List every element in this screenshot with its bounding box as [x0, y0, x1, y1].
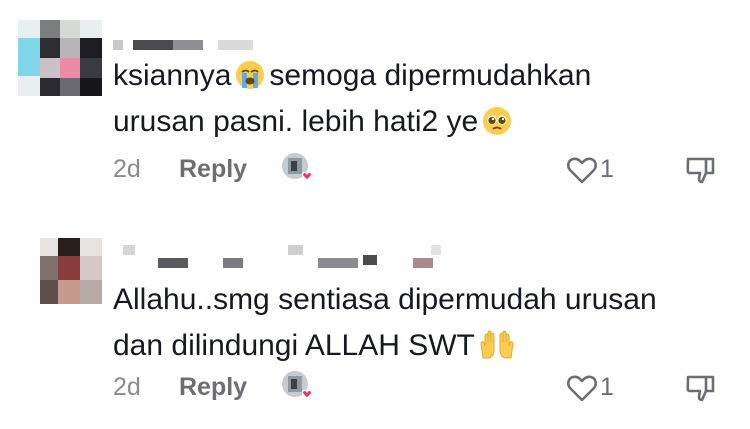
like-count: 1 [600, 155, 614, 183]
comment-text-line1-rest: semoga dipermudahkan [269, 59, 592, 92]
comment-text: ksiannya semoga dipermudahkan urusan pas… [113, 53, 591, 145]
comment-actions: 2d Reply 1 [113, 370, 750, 406]
comment-text: Allahu..smg sentiasa dipermudah urusan d… [113, 277, 657, 369]
comment-text-line2: urusan pasni. lebih hati2 ye [113, 105, 479, 138]
commenter-avatar[interactable] [40, 238, 102, 304]
reply-button[interactable]: Reply [179, 155, 247, 184]
commenter-username[interactable] [113, 245, 443, 273]
dislike-button[interactable] [683, 152, 719, 188]
comment-text-line2: dan dilindungi ALLAH SWT [113, 329, 475, 362]
comment-text-line1: Allahu..smg sentiasa dipermudah urusan [113, 283, 657, 316]
comment-actions: 2d Reply 1 [113, 152, 750, 188]
commenter-username[interactable] [113, 40, 263, 54]
reply-button[interactable]: Reply [179, 373, 247, 402]
comments-list: ksiannya semoga dipermudahkan urusan pas… [0, 0, 750, 429]
comment-timestamp: 2d [113, 155, 141, 183]
raising-hands-emoji [479, 328, 515, 359]
creator-heart-badge-icon [280, 368, 316, 404]
comment-item: ksiannya semoga dipermudahkan urusan pas… [0, 0, 750, 215]
comment-timestamp: 2d [113, 373, 141, 401]
comment-item: Allahu..smg sentiasa dipermudah urusan d… [0, 215, 750, 429]
dislike-button[interactable] [683, 370, 719, 406]
creator-heart-badge-icon [280, 150, 316, 186]
thumbs-down-outline-icon [686, 157, 715, 184]
commenter-avatar[interactable] [18, 20, 102, 96]
comment-text-line1: ksiannya [113, 59, 232, 92]
like-button[interactable]: 1 [566, 152, 636, 188]
heart-outline-icon [567, 375, 597, 402]
heart-outline-icon [567, 157, 597, 184]
like-button[interactable]: 1 [566, 370, 636, 406]
loudly-crying-face-emoji [235, 58, 265, 89]
like-count: 1 [600, 373, 614, 401]
pleading-face-emoji [482, 104, 512, 135]
thumbs-down-outline-icon [686, 375, 715, 402]
